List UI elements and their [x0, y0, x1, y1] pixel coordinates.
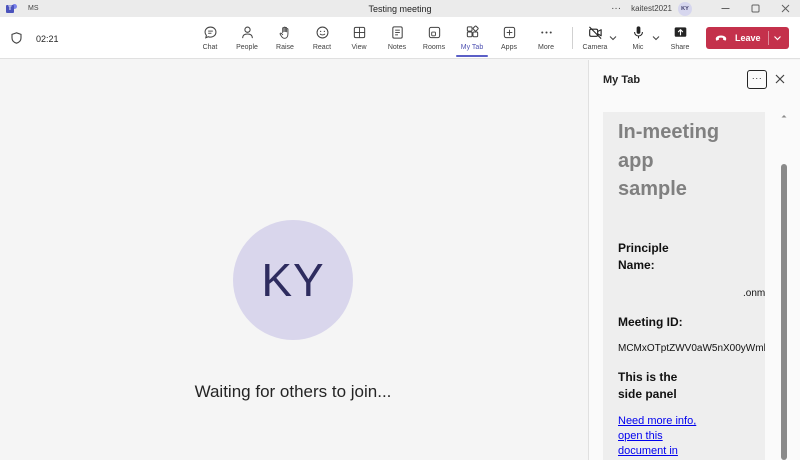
my-tab-button[interactable]: My Tab — [453, 23, 491, 55]
people-label: People — [236, 44, 258, 51]
camera-off-icon — [588, 26, 602, 39]
notes-icon — [391, 26, 403, 39]
camera-label: Camera — [582, 44, 608, 51]
chat-button[interactable]: Chat — [191, 23, 229, 55]
more-label: More — [538, 44, 554, 51]
people-button[interactable]: People — [228, 23, 266, 55]
rooms-icon — [428, 26, 440, 39]
minimize-button[interactable] — [710, 0, 740, 17]
title-bar: T MS Testing meeting ··· kaitest2021 KY — [0, 0, 800, 17]
view-label: View — [351, 44, 367, 51]
meeting-stage: KY Waiting for others to join... — [0, 60, 588, 460]
minimize-icon — [721, 8, 729, 9]
user-avatar[interactable]: KY — [678, 1, 692, 16]
leave-button[interactable]: Leave — [706, 27, 789, 49]
meeting-id-value: MCMxOTptZWV0aW5nX00yWmhN — [618, 343, 765, 354]
app-heading: In-meeting app sample — [618, 121, 720, 200]
side-panel: My Tab ··· In-meeting app sample Princip… — [588, 60, 800, 460]
apps-label: Apps — [501, 44, 517, 51]
view-button[interactable]: View — [340, 23, 378, 55]
org-name: MS — [28, 5, 39, 12]
share-label: Share — [670, 44, 690, 51]
maximize-icon — [751, 4, 759, 13]
titlebar-more-button[interactable]: ··· — [611, 3, 621, 14]
participant-avatar: KY — [233, 220, 353, 340]
leave-label: Leave — [735, 33, 761, 43]
react-label: React — [312, 44, 332, 51]
meeting-id-label: Meeting ID: — [618, 315, 683, 329]
more-icon — [540, 31, 552, 34]
my-tab-label: My Tab — [460, 44, 484, 51]
raise-label: Raise — [276, 44, 294, 51]
notes-label: Notes — [387, 44, 407, 51]
scroll-thumb[interactable] — [781, 164, 787, 460]
chat-icon — [204, 26, 216, 39]
side-panel-label: This is the side panel — [618, 370, 678, 401]
mic-label: Mic — [632, 44, 644, 51]
grid-icon — [353, 26, 365, 39]
panel-more-button[interactable]: ··· — [747, 70, 767, 89]
people-icon — [241, 26, 253, 39]
rooms-button[interactable]: Rooms — [415, 23, 453, 55]
leave-divider — [768, 31, 769, 45]
more-button[interactable]: More — [527, 23, 565, 55]
waiting-message: Waiting for others to join... — [194, 382, 392, 401]
leave-chevron-down-icon[interactable] — [773, 34, 782, 42]
meeting-timer: 02:21 — [36, 34, 59, 44]
meeting-toolbar: 02:21 Chat People Raise React View Notes… — [0, 17, 800, 59]
teams-logo-icon: T — [6, 3, 18, 14]
active-tab-indicator — [456, 55, 488, 57]
raise-hand-button[interactable]: Raise — [266, 23, 304, 55]
toolbar-separator — [572, 27, 573, 49]
panel-title: My Tab — [603, 74, 641, 86]
apps-icon — [466, 25, 479, 38]
phone-hangup-icon — [715, 35, 727, 41]
maximize-button[interactable] — [740, 0, 770, 17]
chat-label: Chat — [202, 44, 218, 51]
panel-close-icon[interactable] — [773, 72, 787, 86]
mic-icon — [633, 26, 643, 39]
hand-icon — [279, 26, 288, 39]
apps-button[interactable]: Apps — [490, 23, 528, 55]
user-name: kaitest2021 — [631, 4, 672, 13]
share-button[interactable]: Share — [661, 23, 699, 55]
share-icon — [674, 27, 686, 37]
more-info-link[interactable]: Need more info, open this document in — [618, 414, 698, 459]
notes-button[interactable]: Notes — [378, 23, 416, 55]
shield-icon — [11, 32, 22, 44]
rooms-label: Rooms — [422, 44, 446, 51]
smile-icon — [316, 26, 328, 39]
app-content-frame: In-meeting app sample Principle Name: .o… — [603, 112, 765, 460]
mic-chevron-down-icon[interactable] — [652, 34, 660, 42]
close-icon — [781, 4, 789, 13]
plus-icon — [503, 26, 515, 39]
panel-scrollbar[interactable] — [780, 112, 788, 460]
principle-name-label: Principle Name: — [618, 241, 669, 272]
react-button[interactable]: React — [303, 23, 341, 55]
principle-name-value: .onmicro — [743, 288, 765, 299]
scroll-up-icon[interactable] — [780, 112, 788, 120]
close-window-button[interactable] — [770, 0, 800, 17]
camera-chevron-down-icon[interactable] — [609, 34, 617, 42]
